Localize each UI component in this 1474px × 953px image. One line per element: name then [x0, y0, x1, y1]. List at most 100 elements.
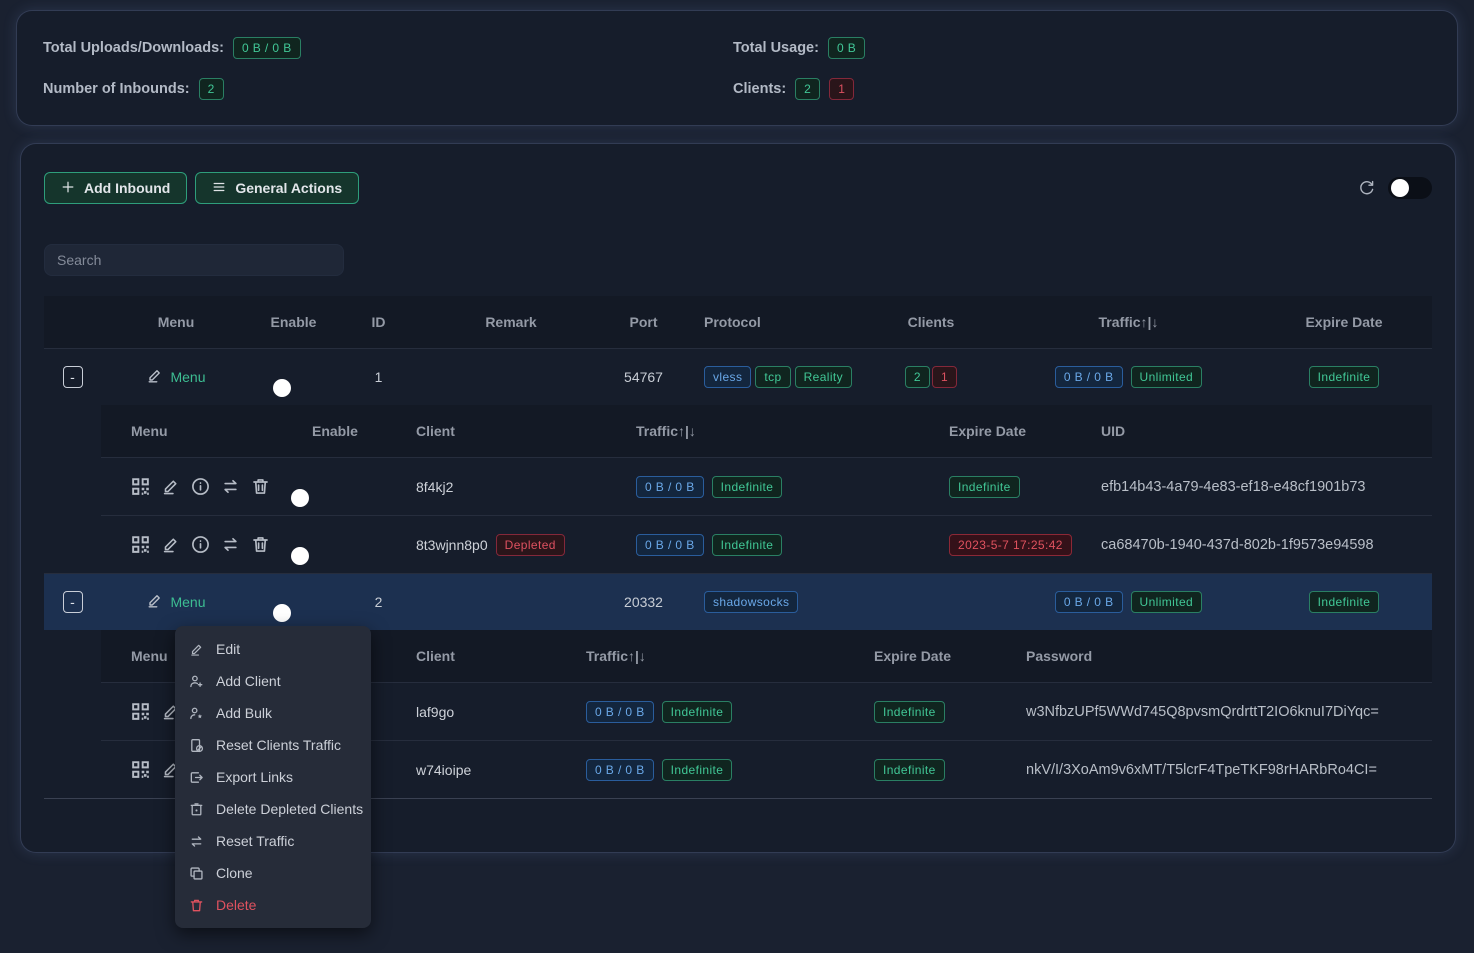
stat-label: Total Uploads/Downloads: — [43, 40, 224, 56]
toolbar: Add Inbound General Actions — [44, 172, 1432, 204]
menu-item-delete[interactable]: Delete — [175, 889, 371, 921]
menu-item-label: Edit — [216, 641, 240, 657]
reset-clients-traffic-icon — [189, 738, 204, 753]
stat-label: Clients: — [733, 81, 786, 97]
general-actions-button[interactable]: General Actions — [195, 172, 359, 204]
header-traffic[interactable]: Traffic↑|↓ — [566, 648, 856, 664]
stat-value-badge: 0 B / 0 B — [233, 37, 301, 59]
info-icon[interactable] — [191, 477, 210, 496]
header-remark: Remark — [421, 314, 601, 330]
inbound-row-2: - Menu 2 20332 shadowsocks 0 B / 0 B Unl… — [44, 573, 1432, 630]
client-name: 8t3wjnn8p0 — [416, 537, 488, 553]
menu-item-label: Export Links — [216, 769, 293, 785]
stat-number-of-inbounds: Number of Inbounds: 2 — [43, 78, 733, 100]
menu-item-label: Reset Clients Traffic — [216, 737, 341, 753]
client-row: 8t3wjnn8p0 Depleted 0 B / 0 B Indefinite… — [101, 515, 1432, 573]
info-icon[interactable] — [191, 535, 210, 554]
traffic-total-badge: Indefinite — [662, 759, 733, 781]
client-password: nkV/I/3XoAm9v6xMT/T5lcrF4TpeTKF98rHARbRo… — [1026, 762, 1432, 778]
stat-label: Total Usage: — [733, 40, 819, 56]
reset-traffic-icon[interactable] — [221, 477, 240, 496]
search-input[interactable] — [44, 244, 344, 276]
row-menu-label: Menu — [170, 594, 205, 610]
add-bulk-icon — [189, 706, 204, 721]
edit-icon — [146, 592, 163, 612]
header-expire-date: Expire Date — [891, 423, 1101, 439]
qr-code-icon[interactable] — [131, 477, 150, 496]
header-expire-date: Expire Date — [856, 648, 1026, 664]
stat-value-badge: 2 — [199, 78, 224, 100]
header-id: ID — [336, 314, 421, 330]
header-traffic[interactable]: Traffic↑|↓ — [1001, 314, 1256, 330]
menu-item-reset-clients-traffic[interactable]: Reset Clients Traffic — [175, 729, 371, 761]
header-expire-date: Expire Date — [1256, 314, 1432, 330]
trash-icon[interactable] — [251, 535, 270, 554]
trash-icon[interactable] — [251, 477, 270, 496]
traffic-total-badge: Indefinite — [662, 701, 733, 723]
delete-depleted-icon — [189, 802, 204, 817]
toggle-knob — [273, 604, 291, 622]
inbound-port: 20332 — [601, 594, 686, 610]
dark-mode-toggle[interactable] — [1388, 177, 1432, 199]
traffic-total-badge: Indefinite — [712, 476, 783, 498]
client-password: w3NfbzUPf5WWd745Q8pvsmQrdrttT2IO6knuI7Di… — [1026, 704, 1432, 720]
row-menu-label: Menu — [170, 369, 205, 385]
traffic-total-badge: Indefinite — [712, 534, 783, 556]
stats-panel: Total Uploads/Downloads: 0 B / 0 B Total… — [16, 10, 1458, 126]
inbound-row-1: - Menu 1 54767 vless tcp Reality 2 1 0 — [44, 348, 1432, 405]
collapse-row-button[interactable]: - — [63, 591, 83, 613]
hamburger-icon — [212, 180, 226, 197]
expire-badge: Indefinite — [1309, 591, 1380, 613]
edit-icon — [146, 367, 163, 387]
edit-icon[interactable] — [161, 477, 180, 496]
clients-active-badge: 2 — [795, 78, 820, 100]
reset-traffic-icon[interactable] — [221, 535, 240, 554]
add-user-icon — [189, 674, 204, 689]
protocol-tag: tcp — [755, 366, 790, 388]
header-enable: Enable — [251, 314, 336, 330]
clients-table-header: Menu Enable Client Traffic↑|↓ Expire Dat… — [101, 405, 1432, 457]
traffic-badge: 0 B / 0 B — [586, 701, 654, 723]
inbound-id: 2 — [336, 594, 421, 610]
traffic-badge: 0 B / 0 B — [636, 534, 704, 556]
clients-active-badge: 2 — [905, 366, 930, 388]
edit-icon[interactable] — [161, 535, 180, 554]
clients-depleted-badge: 1 — [829, 78, 854, 100]
stat-value-badge: 0 B — [828, 37, 865, 59]
plus-icon — [61, 180, 75, 197]
menu-item-edit[interactable]: Edit — [175, 633, 371, 665]
menu-item-add-client[interactable]: Add Client — [175, 665, 371, 697]
add-inbound-label: Add Inbound — [84, 180, 170, 196]
refresh-icon[interactable] — [1358, 179, 1376, 197]
inbound-port: 54767 — [601, 369, 686, 385]
header-menu: Menu — [101, 423, 296, 439]
row-menu-button[interactable]: Menu — [146, 367, 205, 387]
clone-icon — [189, 866, 204, 881]
header-client: Client — [386, 648, 566, 664]
menu-item-label: Reset Traffic — [216, 833, 294, 849]
menu-item-add-bulk[interactable]: Add Bulk — [175, 697, 371, 729]
protocol-tag: Reality — [795, 366, 852, 388]
menu-item-export-links[interactable]: Export Links — [175, 761, 371, 793]
menu-item-clone[interactable]: Clone — [175, 857, 371, 889]
qr-code-icon[interactable] — [131, 535, 150, 554]
menu-item-reset-traffic[interactable]: Reset Traffic — [175, 825, 371, 857]
expire-badge: Indefinite — [874, 701, 945, 723]
header-enable: Enable — [296, 423, 386, 439]
traffic-badge: 0 B / 0 B — [1055, 591, 1123, 613]
header-traffic[interactable]: Traffic↑|↓ — [601, 423, 891, 439]
expire-badge: Indefinite — [1309, 366, 1380, 388]
menu-item-label: Add Bulk — [216, 705, 272, 721]
header-password: Password — [1026, 648, 1432, 664]
add-inbound-button[interactable]: Add Inbound — [44, 172, 187, 204]
header-clients: Clients — [861, 314, 1001, 330]
qr-code-icon[interactable] — [131, 760, 150, 779]
collapse-row-button[interactable]: - — [63, 366, 83, 388]
stat-label: Number of Inbounds: — [43, 81, 190, 97]
traffic-total-badge: Unlimited — [1131, 591, 1203, 613]
stat-total-usage: Total Usage: 0 B — [733, 37, 1431, 59]
menu-item-delete-depleted-clients[interactable]: Delete Depleted Clients — [175, 793, 371, 825]
protocol-tag: shadowsocks — [704, 591, 798, 613]
qr-code-icon[interactable] — [131, 702, 150, 721]
row-menu-button[interactable]: Menu — [146, 592, 205, 612]
